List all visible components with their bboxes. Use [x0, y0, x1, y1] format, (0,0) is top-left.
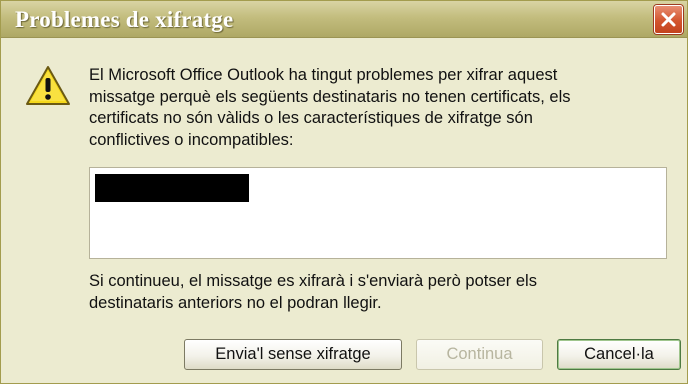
- continue-button[interactable]: Continua: [416, 339, 543, 370]
- recipients-list[interactable]: [89, 167, 667, 259]
- title-bar[interactable]: Problemes de xifratge: [1, 1, 687, 38]
- redacted-recipient: [95, 174, 249, 202]
- encryption-problems-dialog: Problemes de xifratge El Microsoft Offic…: [0, 0, 688, 384]
- dialog-note: Si continueu, el missatge es xifrarà i s…: [89, 272, 537, 312]
- warning-icon: [26, 66, 70, 105]
- dialog-message: El Microsoft Office Outlook ha tingut pr…: [89, 66, 571, 149]
- dialog-title: Problemes de xifratge: [15, 7, 234, 32]
- send-without-encryption-button[interactable]: Envia'l sense xifratge: [184, 339, 402, 370]
- cancel-button[interactable]: Cancel·la: [557, 339, 681, 370]
- close-button[interactable]: [654, 5, 683, 34]
- close-icon: [661, 12, 676, 27]
